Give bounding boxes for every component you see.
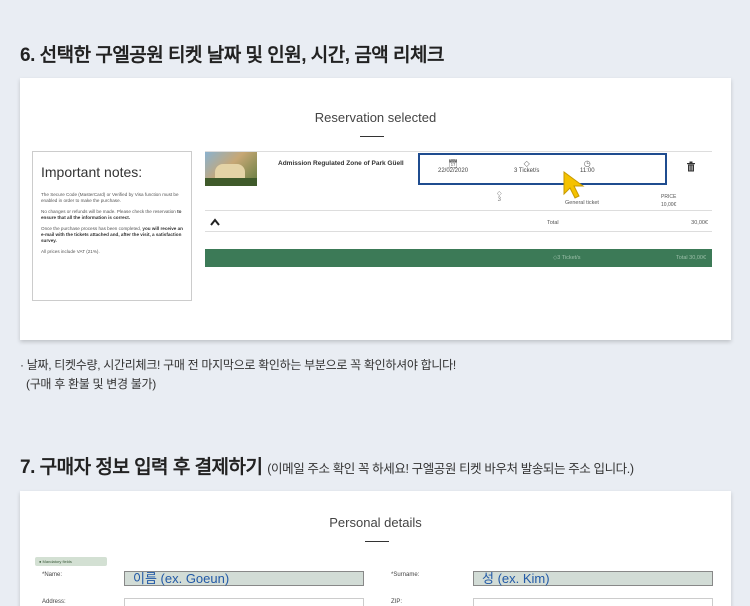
notes-title: Important notes:	[41, 164, 143, 180]
section7-heading: 7. 구매자 정보 입력 후 결제하기 (이메일 주소 확인 꼭 하세요! 구엘…	[20, 452, 634, 479]
ticket-detail-row: ◇ 3 General ticket PRICE 10,00€	[205, 187, 712, 211]
quantity-cell: ◇ 3	[497, 190, 502, 203]
reservation-date: 22/02/2020	[438, 168, 469, 174]
total-row: Total 30,00€	[205, 214, 712, 232]
product-row-divider	[205, 151, 712, 152]
name-label: *Name:	[42, 572, 63, 578]
ticket-quantity: 3	[497, 197, 501, 203]
section7-subtitle: (이메일 주소 확인 꼭 하세요! 구엘공원 티켓 바우처 발송되는 주소 입니…	[267, 462, 634, 476]
summary-bar: ◇3 Ticket/s Total 30,00€	[205, 249, 712, 267]
price-label: PRICE	[661, 194, 677, 200]
clock-icon: ◷	[583, 159, 591, 168]
personal-details-panel: Personal details ● Mandatory fields *Nam…	[20, 491, 731, 606]
summary-total: Total 30,00€	[676, 255, 706, 261]
price-value: 10,00€	[661, 202, 677, 208]
note-secure-code: The Secure Code (MasterCard) or Verified…	[41, 192, 179, 203]
mandatory-fields-badge: ● Mandatory fields	[35, 557, 107, 566]
zip-label: ZIP:	[391, 599, 403, 605]
tag-icon: ◇	[523, 159, 530, 168]
note-no-refunds: No changes or refunds will be made. Plea…	[41, 209, 182, 220]
surname-label: *Surname:	[391, 572, 420, 578]
section7-title: 7. 구매자 정보 입력 후 결제하기	[20, 457, 263, 478]
address-label: Address:	[42, 599, 66, 605]
total-label: Total	[547, 220, 559, 226]
section6-heading: 6. 선택한 구엘공원 티켓 날짜 및 인원, 시간, 금액 리체크	[20, 45, 445, 66]
pointer-cursor-icon	[563, 171, 585, 199]
tag-icon: ◇	[497, 191, 502, 197]
summary-tickets: ◇3 Ticket/s	[553, 255, 581, 261]
trash-icon[interactable]	[686, 161, 696, 175]
reservation-title: Reservation selected	[314, 110, 437, 125]
title-divider	[360, 136, 384, 137]
reservation-tickets: 3 Ticket/s	[514, 168, 540, 174]
note-vat: All prices include VAT (21%).	[41, 249, 100, 254]
calendar-icon: 📅︎	[447, 159, 459, 168]
tickets-column: ◇ 3 Ticket/s	[514, 159, 539, 174]
note-email: Once the purchase process has been compl…	[41, 226, 183, 243]
price-cell: PRICE 10,00€	[661, 193, 676, 209]
date-column: 📅︎ 22/02/2020	[438, 159, 468, 174]
product-name: Admission Regulated Zone of Park Güell	[278, 160, 404, 167]
address-input[interactable]	[124, 598, 364, 606]
note-line-2: (구매 후 환불 및 변경 불가)	[26, 377, 156, 391]
title-divider	[365, 541, 389, 542]
zip-input[interactable]	[473, 598, 713, 606]
reservation-panel: Reservation selected Important notes: Th…	[20, 78, 731, 340]
date-tickets-time-highlight: 📅︎ 22/02/2020 ◇ 3 Ticket/s ◷ 11:00	[418, 153, 667, 185]
section6-note: · 날짜, 티켓수량, 시간리체크! 구매 전 마지막으로 확인하는 부분으로 …	[20, 356, 456, 394]
ticket-type: General ticket	[565, 200, 599, 206]
important-notes-box: Important notes: The Secure Code (Master…	[32, 151, 192, 301]
surname-input[interactable]: 성 (ex. Kim)	[473, 571, 713, 586]
name-input[interactable]: 이름 (ex. Goeun)	[124, 571, 364, 586]
note-line-1: · 날짜, 티켓수량, 시간리체크! 구매 전 마지막으로 확인하는 부분으로 …	[20, 358, 456, 372]
park-guell-thumbnail	[205, 152, 257, 186]
collapse-chevron-icon[interactable]	[210, 215, 220, 229]
total-amount: 30,00€	[691, 220, 708, 226]
personal-details-title: Personal details	[329, 515, 422, 530]
